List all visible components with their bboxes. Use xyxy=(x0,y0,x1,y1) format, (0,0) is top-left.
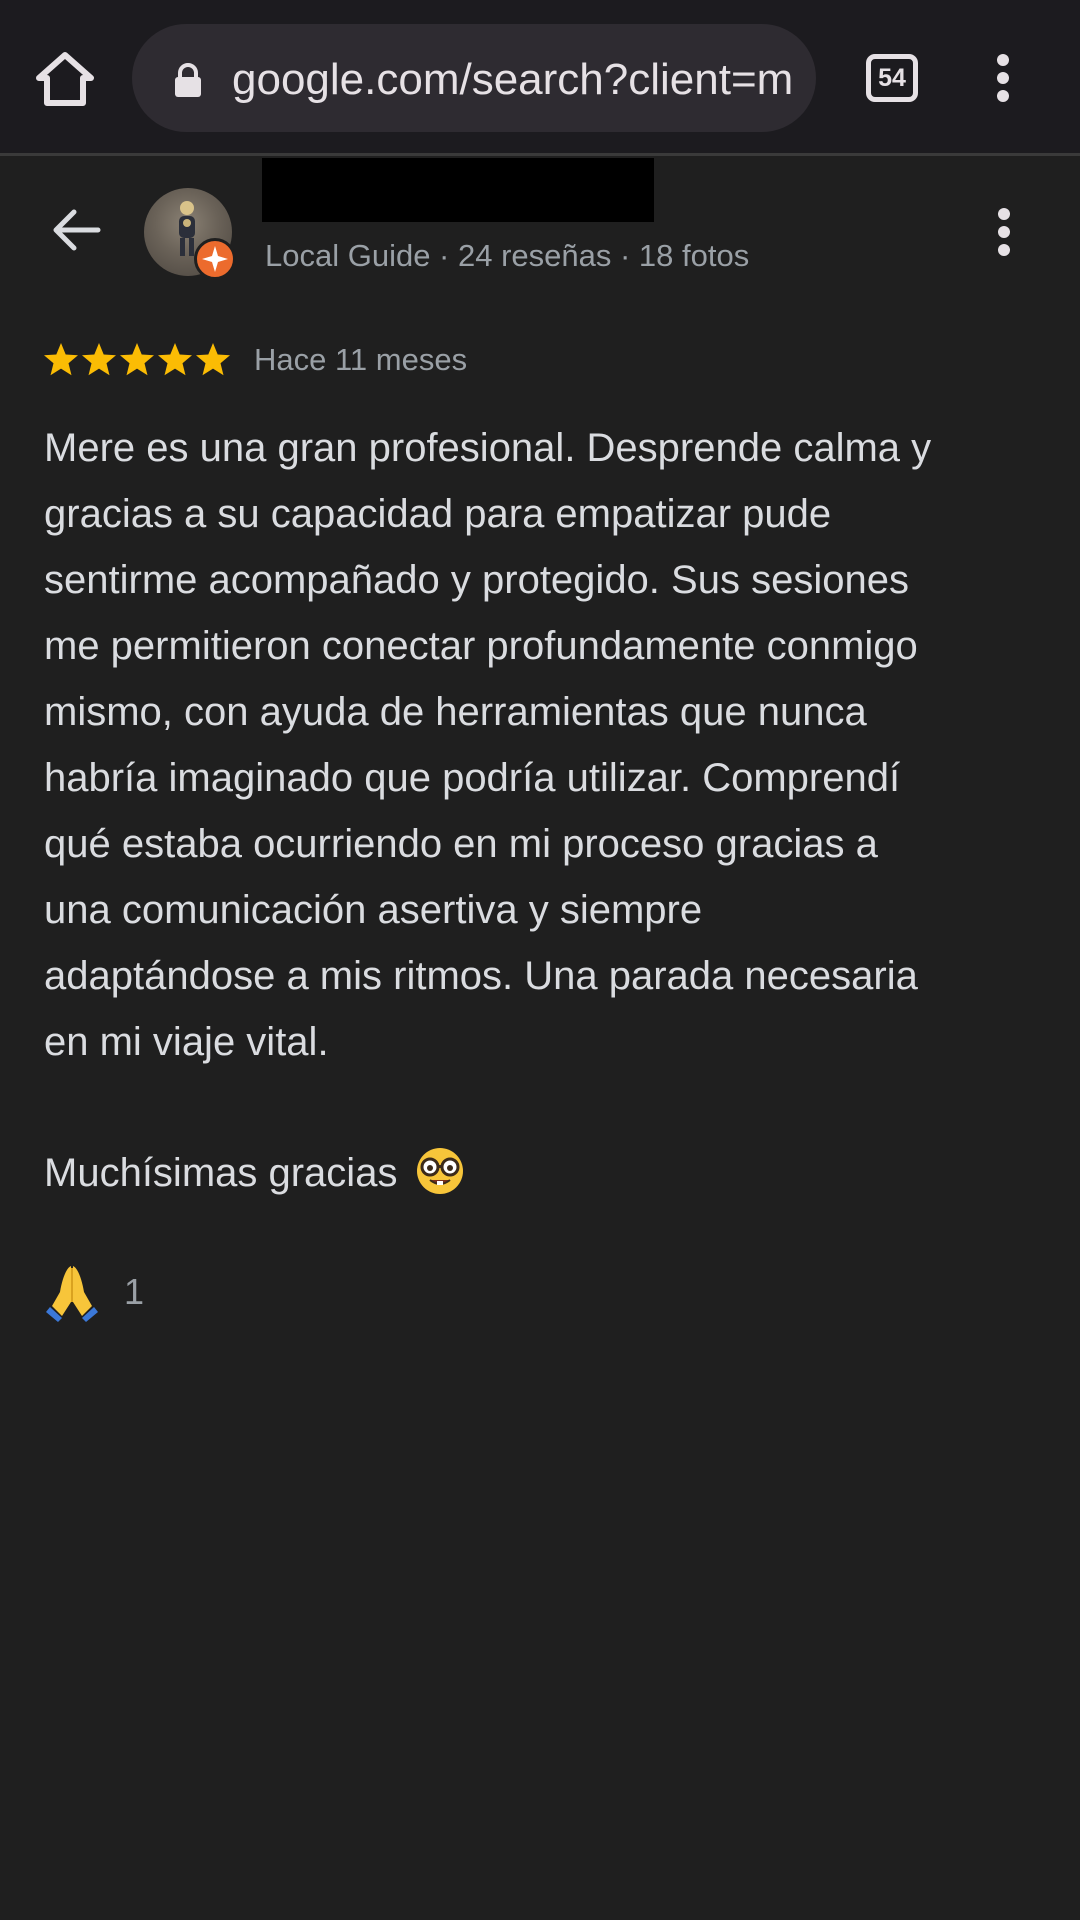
url-text[interactable]: google.com/search?client=m xyxy=(232,52,802,108)
review-body: Mere es una gran profesional. Desprende … xyxy=(44,426,932,1064)
folded-hands-emoji-icon xyxy=(46,1266,98,1322)
dot xyxy=(997,54,1009,66)
dot xyxy=(998,208,1010,220)
star-icon xyxy=(44,343,78,376)
address-bar[interactable]: google.com/search?client=m xyxy=(132,24,816,132)
dot xyxy=(997,90,1009,102)
star-icon xyxy=(196,343,230,376)
reaction-count: 1 xyxy=(124,1271,145,1312)
dot xyxy=(998,244,1010,256)
browser-menu-button[interactable] xyxy=(988,54,1018,102)
review-closing-line: Muchísimas gracias xyxy=(44,1140,465,1206)
arrow-back-icon[interactable] xyxy=(50,208,102,252)
nerd-face-emoji-icon xyxy=(416,1148,463,1195)
tab-switcher-button[interactable]: 54 xyxy=(866,54,918,102)
review-menu-button[interactable] xyxy=(989,208,1019,256)
review-closing-text: Muchísimas gracias xyxy=(44,1151,398,1195)
local-guide-badge-icon xyxy=(194,238,236,280)
redacted-reviewer-name xyxy=(262,158,654,222)
browser-toolbar: google.com/search?client=m 54 xyxy=(0,0,1080,156)
lock-icon xyxy=(175,63,201,97)
review-date: Hace 11 meses xyxy=(254,342,468,377)
star-rating xyxy=(44,343,230,376)
star-icon xyxy=(82,343,116,376)
dot xyxy=(997,72,1009,84)
reviewer-meta[interactable]: Local Guide · 24 reseñas · 18 fotos xyxy=(265,236,749,276)
star-icon xyxy=(158,343,192,376)
dot xyxy=(998,226,1010,238)
home-icon[interactable] xyxy=(34,50,96,108)
star-icon xyxy=(120,343,154,376)
